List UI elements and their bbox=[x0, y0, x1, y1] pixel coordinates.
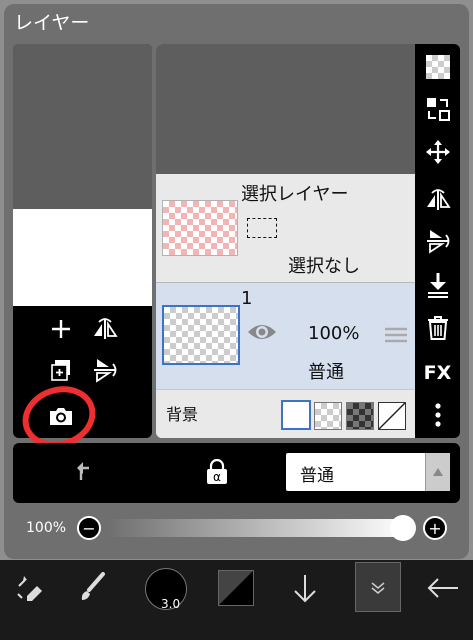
flip-horizontal-right-button[interactable] bbox=[415, 181, 460, 219]
opacity-increase-button[interactable]: + bbox=[423, 516, 447, 540]
layer-panel-toggle[interactable] bbox=[355, 562, 401, 612]
selection-layer-name: 選択レイヤー bbox=[241, 184, 349, 205]
layer-1-blend: 普通 bbox=[308, 362, 344, 383]
move-button[interactable] bbox=[415, 133, 460, 171]
plus-icon bbox=[52, 320, 70, 338]
chevron-down-double-icon bbox=[371, 582, 385, 594]
opacity-decrease-button[interactable]: − bbox=[77, 516, 101, 540]
selection-layer-thumbnail bbox=[162, 200, 238, 256]
trash-icon bbox=[427, 316, 448, 340]
merge-down-icon bbox=[427, 273, 448, 298]
selection-rect-icon bbox=[247, 218, 277, 238]
eraser-swap-icon bbox=[17, 576, 42, 601]
background-white-option[interactable] bbox=[281, 400, 311, 430]
triangle-up-icon bbox=[433, 468, 443, 476]
back-button[interactable] bbox=[413, 560, 473, 616]
brush-size-button[interactable]: 3.0 bbox=[145, 568, 187, 611]
background-transparent-option[interactable] bbox=[314, 402, 342, 430]
slash-icon bbox=[378, 402, 406, 430]
layer-preview-area bbox=[13, 44, 152, 438]
brush-icon bbox=[81, 572, 105, 600]
blend-mode-dropdown-arrow[interactable] bbox=[425, 453, 450, 491]
background-label: 背景 bbox=[166, 405, 199, 424]
background-none-option[interactable] bbox=[378, 402, 406, 430]
layer-tools-bar: FX bbox=[415, 44, 460, 438]
opacity-slider[interactable] bbox=[107, 519, 407, 537]
canvas-preview-white bbox=[13, 209, 152, 306]
clipping-arrow-icon bbox=[77, 462, 89, 480]
flip-vertical-button[interactable] bbox=[87, 352, 123, 388]
layer-1-opacity: 100% bbox=[308, 323, 360, 344]
selection-layer-row[interactable]: 選択レイヤー 選択なし bbox=[156, 174, 415, 283]
layer-1-name: 1 bbox=[241, 288, 253, 309]
merge-down-button[interactable] bbox=[415, 266, 460, 304]
delete-layer-button[interactable] bbox=[415, 309, 460, 347]
down-arrow-button[interactable] bbox=[275, 560, 335, 616]
duplicate-layer-button[interactable] bbox=[43, 352, 79, 388]
more-vertical-icon bbox=[434, 403, 441, 427]
move-icon bbox=[425, 140, 450, 164]
blend-mode-select[interactable]: 普通 bbox=[286, 453, 450, 491]
more-options-button[interactable] bbox=[415, 396, 460, 434]
add-layer-button[interactable] bbox=[43, 311, 79, 347]
transparency-button[interactable] bbox=[415, 48, 460, 86]
arrow-left-icon bbox=[427, 578, 458, 598]
svg-text:α: α bbox=[213, 470, 221, 484]
layer-row-1[interactable]: 1 100% 普通 bbox=[156, 283, 415, 389]
alpha-lock-button[interactable]: α bbox=[205, 458, 229, 489]
selection-layer-status: 選択なし bbox=[288, 256, 360, 277]
tool-switch-button[interactable] bbox=[0, 560, 60, 616]
blend-mode-bar: α 普通 bbox=[13, 443, 460, 503]
eye-icon bbox=[248, 325, 276, 339]
panel-title: レイヤー bbox=[14, 12, 90, 34]
swap-icon bbox=[426, 98, 450, 121]
arrow-down-icon bbox=[294, 575, 316, 603]
transparency-icon bbox=[425, 55, 450, 79]
flip-vertical-icon bbox=[426, 230, 449, 254]
fx-button[interactable]: FX bbox=[415, 354, 460, 392]
reorder-handle[interactable] bbox=[385, 327, 407, 347]
opacity-slider-knob[interactable] bbox=[390, 515, 416, 541]
flip-vertical-right-button[interactable] bbox=[415, 222, 460, 260]
swap-layer-button[interactable] bbox=[415, 90, 460, 128]
opacity-value: 100% bbox=[26, 520, 67, 536]
background-dark-option[interactable] bbox=[346, 402, 374, 430]
drag-handle-icon bbox=[385, 327, 407, 343]
flip-horizontal-icon bbox=[426, 189, 451, 210]
blend-mode-value: 普通 bbox=[300, 466, 334, 486]
brush-tool-button[interactable] bbox=[62, 560, 122, 616]
color-swatch-icon bbox=[219, 571, 253, 605]
flip-horizontal-icon bbox=[94, 318, 118, 339]
duplicate-icon bbox=[51, 360, 70, 381]
color-button[interactable] bbox=[218, 570, 254, 606]
flip-vertical-icon bbox=[94, 359, 117, 383]
clipping-button[interactable] bbox=[69, 460, 93, 488]
alpha-lock-icon: α bbox=[207, 458, 227, 484]
layer-1-thumbnail bbox=[162, 305, 240, 365]
layer-list[interactable]: 選択レイヤー 選択なし 1 100% 普通 背景 bbox=[156, 44, 415, 438]
background-row[interactable]: 背景 bbox=[156, 389, 415, 438]
visibility-toggle[interactable] bbox=[246, 321, 278, 347]
brush-size-value: 3.0 bbox=[161, 597, 181, 611]
canvas-preview-gray bbox=[13, 44, 152, 209]
flip-horizontal-button[interactable] bbox=[87, 311, 123, 347]
bottom-toolbar: 3.0 bbox=[0, 560, 473, 640]
layer-list-empty-area bbox=[156, 44, 415, 174]
